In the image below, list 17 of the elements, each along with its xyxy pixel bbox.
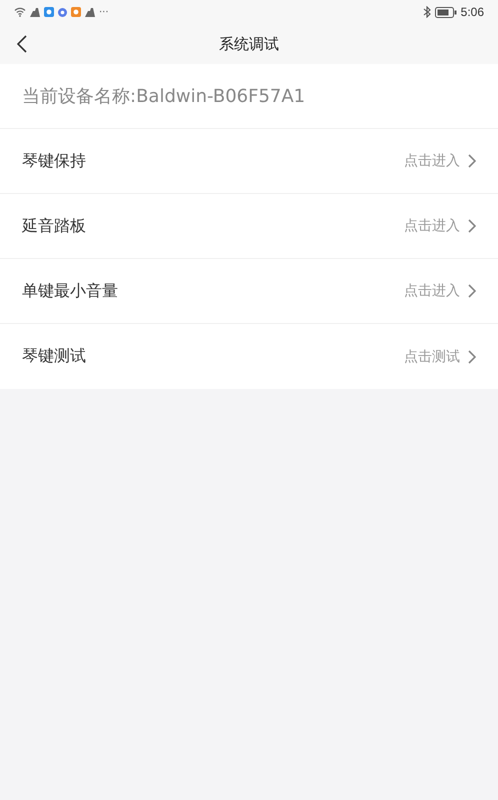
app-icon: [44, 7, 54, 17]
chevron-right-icon: [468, 154, 476, 168]
more-notifications: ···: [99, 6, 109, 18]
app-icon: [71, 7, 81, 17]
chevron-right-icon: [468, 350, 476, 364]
device-name: 当前设备名称:Baldwin-B06F57A1: [22, 85, 306, 108]
battery-icon: [434, 6, 457, 18]
page-title: 系统调试: [219, 34, 279, 54]
notification-icon: [85, 8, 95, 16]
wifi-icon: [14, 7, 26, 17]
bluetooth-icon: [422, 6, 431, 18]
chevron-right-icon: [468, 284, 476, 298]
chevron-right-icon: [468, 219, 476, 233]
back-icon: [17, 35, 27, 53]
notification-icon: [30, 8, 40, 16]
clock-time: 5:06: [460, 5, 484, 19]
app-icon: [58, 8, 67, 16]
